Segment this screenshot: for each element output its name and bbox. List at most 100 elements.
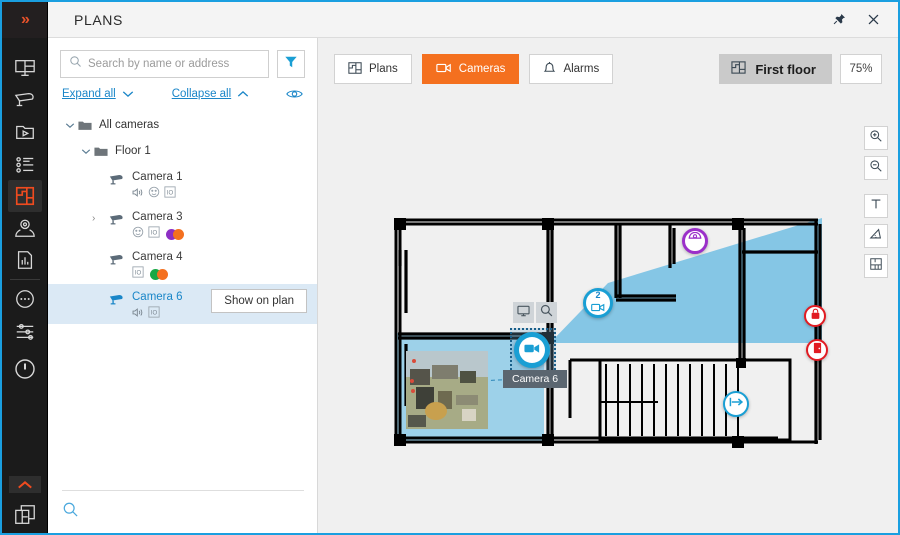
chevron-down-icon[interactable] — [122, 90, 134, 98]
rail-item-reports[interactable] — [8, 244, 42, 276]
camera-name: Camera 6 — [132, 291, 183, 303]
expand-all-link[interactable]: Expand all — [62, 88, 116, 100]
expand-chevron-icon[interactable]: › — [92, 207, 106, 224]
camera-cluster-marker[interactable]: 2 — [583, 288, 613, 318]
tree-camera-row-selected[interactable]: Camera 6 IO Show on plan — [48, 284, 317, 324]
sidebar-footer — [48, 490, 318, 533]
cam-chevron-placeholder — [92, 167, 106, 173]
chevron-down-icon[interactable] — [62, 122, 78, 129]
selected-camera-marker[interactable] — [514, 332, 550, 368]
search-input[interactable] — [88, 58, 260, 70]
tree-node-floor-1[interactable]: Floor 1 — [48, 138, 317, 164]
sidebar-search-button[interactable] — [48, 491, 318, 533]
cctv-camera-icon — [106, 247, 128, 266]
eye-icon[interactable] — [286, 88, 303, 100]
search-archive-button[interactable] — [536, 302, 557, 323]
door-icon — [813, 341, 822, 359]
camera-info: Camera 3 IO — [128, 207, 184, 241]
marker-action-toolbar — [513, 302, 557, 323]
camera-info: Camera 1 IO — [128, 167, 183, 201]
camera-name: Camera 1 — [132, 171, 183, 183]
rail-items — [2, 38, 47, 385]
camera-badges: IO — [132, 225, 184, 243]
chevron-down-icon[interactable] — [78, 148, 94, 155]
folder-icon — [94, 146, 108, 157]
io-icon: IO — [164, 185, 176, 203]
door-device-marker[interactable] — [806, 339, 828, 361]
sidebar-search-row — [48, 38, 317, 78]
camera-info: Camera 4 IO — [128, 247, 183, 281]
svg-text:IO: IO — [151, 311, 158, 317]
cluster-count: 2 — [595, 290, 601, 300]
rail-item-more[interactable] — [8, 283, 42, 315]
magnifier-icon — [540, 304, 553, 322]
search-icon — [69, 55, 82, 73]
tree-camera-row[interactable]: Camera 4 IO — [48, 244, 317, 284]
folder-icon — [78, 120, 92, 131]
pin-icon[interactable] — [824, 7, 854, 33]
status-dots — [166, 228, 184, 240]
dome-camera-marker[interactable] — [682, 228, 708, 254]
floor-plan-canvas[interactable]: 2 Camera 6 — [318, 38, 898, 533]
chevron-up-icon[interactable] — [237, 90, 249, 98]
app-rail: » — [2, 2, 48, 533]
tree-node-label: All cameras — [99, 119, 160, 131]
rail-item-video-wall[interactable] — [8, 52, 42, 84]
collapse-all-link[interactable]: Collapse all — [172, 88, 231, 100]
double-chevron-right-icon[interactable]: » — [21, 11, 30, 29]
exit-arrow-icon — [729, 395, 744, 413]
filter-button[interactable] — [277, 50, 305, 78]
rail-item-layouts[interactable] — [8, 497, 42, 533]
camera-name: Camera 3 — [132, 211, 183, 223]
cctv-camera-icon — [106, 167, 128, 186]
rail-item-settings[interactable] — [8, 315, 42, 347]
show-live-view-button[interactable] — [513, 302, 534, 323]
video-camera-icon — [524, 341, 540, 359]
rail-item-plans[interactable] — [7, 180, 42, 212]
lock-device-marker[interactable] — [804, 305, 826, 327]
status-dot — [157, 268, 168, 280]
chevron-up-icon[interactable] — [9, 476, 41, 493]
camera-badges: IO — [132, 305, 183, 323]
sidebar-panel: Expand all Collapse all — [48, 38, 318, 533]
cam-chevron-placeholder — [92, 247, 106, 253]
rail-item-maps[interactable] — [8, 212, 42, 244]
camera-info: Camera 6 IO — [128, 287, 183, 321]
dome-camera-icon — [688, 231, 702, 250]
svg-text:IO: IO — [167, 191, 174, 197]
rail-item-archive[interactable] — [8, 116, 42, 148]
svg-text:IO: IO — [151, 231, 158, 237]
rail-item-events[interactable] — [8, 148, 42, 180]
plans-window: » PLANS Search by name or address Expand… — [0, 0, 900, 535]
video-camera-icon — [591, 299, 605, 317]
audio-icon — [132, 305, 144, 323]
tree-camera-row[interactable]: Camera 1 IO — [48, 164, 317, 204]
monitor-icon — [517, 304, 530, 322]
camera-badges: IO — [132, 265, 183, 283]
tree-actions: Expand all Collapse all — [48, 78, 317, 104]
show-on-plan-button[interactable]: Show on plan — [211, 289, 307, 313]
svg-text:IO: IO — [135, 271, 142, 277]
rail-header: » — [2, 2, 47, 38]
exit-direction-marker[interactable] — [723, 391, 749, 417]
title-bar: PLANS — [48, 2, 898, 38]
search-box[interactable] — [60, 50, 269, 78]
plan-viewer: Plans Cameras Alarms First floor 75% 2 C… — [318, 38, 898, 533]
io-icon: IO — [148, 225, 160, 243]
cam-chevron-placeholder — [92, 287, 106, 293]
ptz-icon — [148, 185, 160, 203]
tree-camera-row[interactable]: › Camera 3 IO — [48, 204, 317, 244]
rail-item-power[interactable] — [8, 353, 42, 385]
window-controls — [824, 7, 898, 33]
rail-divider — [9, 279, 40, 280]
io-icon: IO — [132, 265, 144, 283]
rail-item-cameras[interactable] — [8, 84, 42, 116]
camera-name: Camera 4 — [132, 251, 183, 263]
camera-tree: All cameras Floor 1 Camera 1 IO › Camera… — [48, 104, 317, 324]
status-dots — [150, 268, 168, 280]
camera-live-thumbnail[interactable] — [406, 351, 488, 429]
funnel-icon — [284, 55, 298, 74]
rail-footer — [2, 476, 48, 533]
tree-node-all-cameras[interactable]: All cameras — [48, 112, 317, 138]
close-icon[interactable] — [858, 7, 888, 33]
